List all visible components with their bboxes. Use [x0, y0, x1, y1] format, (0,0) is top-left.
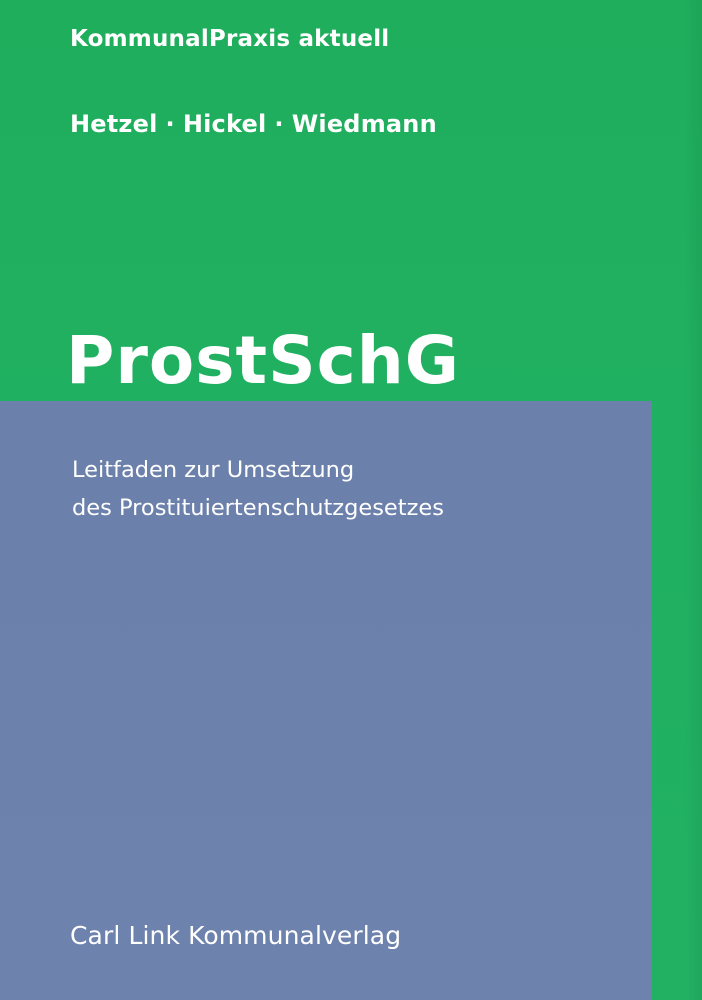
- series-title: KommunalPraxis aktuell: [70, 26, 390, 52]
- subtitle-line: des Prostituiertenschutzgesetzes: [72, 495, 444, 521]
- book-subtitle: Leitfaden zur Umsetzung des Prostituiert…: [72, 451, 444, 527]
- book-title: ProstSchG: [66, 322, 460, 399]
- publisher-name: Carl Link Kommunalverlag: [70, 921, 402, 950]
- author-name: Wiedmann: [291, 110, 437, 138]
- author-line: Hetzel · Hickel · Wiedmann: [70, 110, 437, 138]
- subtitle-panel: Leitfaden zur Umsetzung des Prostituiert…: [0, 401, 652, 1000]
- author-separator: ·: [274, 110, 284, 138]
- author-name: Hickel: [182, 110, 267, 138]
- book-cover: KommunalPraxis aktuell Hetzel · Hickel · Wie…: [0, 0, 702, 1000]
- subtitle-line: Leitfaden zur Umsetzung: [72, 457, 355, 483]
- author-name: Hetzel: [70, 110, 158, 138]
- author-separator: ·: [165, 110, 175, 138]
